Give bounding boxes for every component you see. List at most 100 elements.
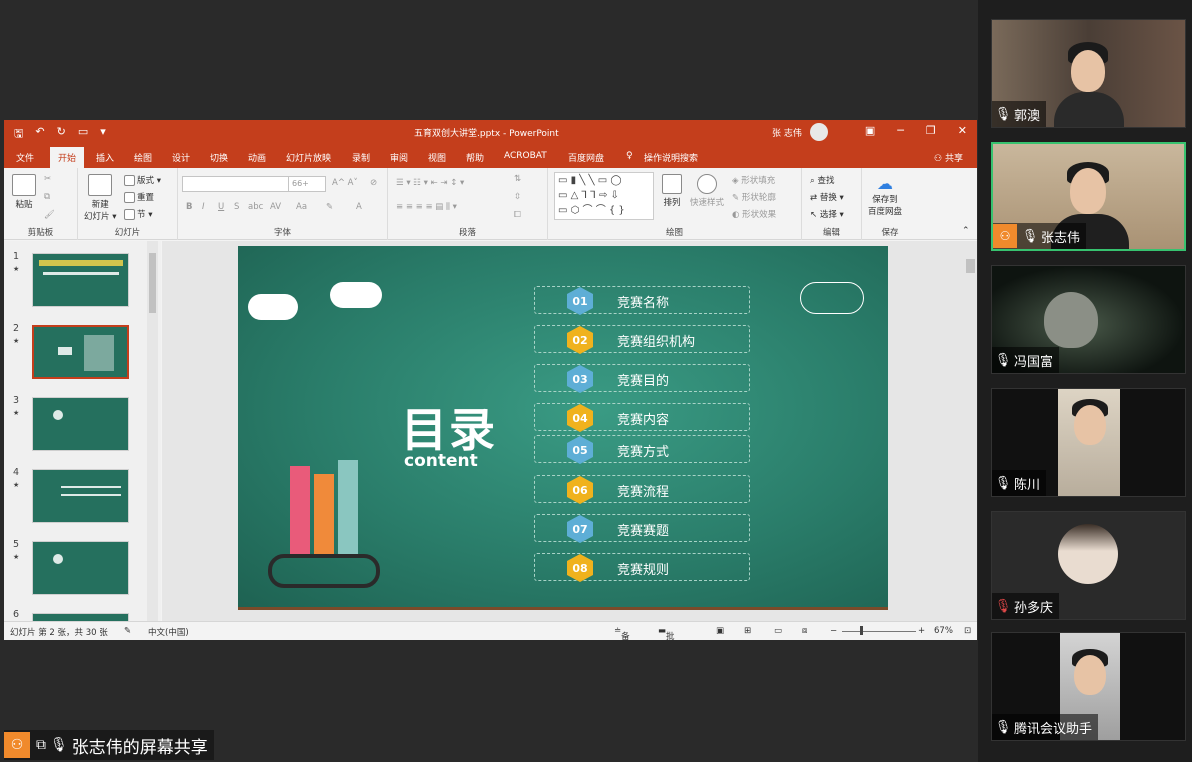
fit-slide-icon[interactable]: ⊡ bbox=[964, 626, 971, 636]
toc-item[interactable]: 02 竞赛组织机构 bbox=[534, 325, 750, 354]
toc-item[interactable]: 06 竞赛流程 bbox=[534, 475, 750, 504]
slide-thumb-6[interactable] bbox=[32, 613, 129, 621]
bullets-icon[interactable]: ☰ ▾ ☷ ▾ ⇤ ⇥ ↕ ▾ bbox=[396, 178, 464, 188]
zoom-in-icon[interactable]: + bbox=[918, 626, 925, 636]
tab-insert[interactable]: 插入 bbox=[96, 151, 114, 164]
zoom-out-icon[interactable]: − bbox=[830, 626, 837, 636]
bold-icon[interactable]: B bbox=[186, 202, 192, 212]
italic-icon[interactable]: I bbox=[202, 202, 205, 212]
tab-design[interactable]: 设计 bbox=[172, 151, 190, 164]
tab-review[interactable]: 审阅 bbox=[390, 151, 408, 164]
minimize-icon[interactable]: ─ bbox=[897, 124, 904, 137]
close-icon[interactable]: ✕ bbox=[958, 124, 967, 137]
section-button[interactable]: 节 ▾ bbox=[124, 208, 152, 220]
shadow-icon[interactable]: S bbox=[234, 202, 239, 212]
tab-transitions[interactable]: 切换 bbox=[210, 151, 228, 164]
grow-font-icon[interactable]: A^ A˅ bbox=[332, 178, 358, 188]
scroll-thumb[interactable] bbox=[149, 253, 156, 313]
align-icon[interactable]: ≡ ≡ ≡ ≡ ▤ ⫼ ▾ bbox=[396, 202, 457, 212]
participant-tile[interactable]: 🎙 冯国富 bbox=[991, 265, 1186, 374]
undo-icon[interactable]: ↶ bbox=[35, 125, 44, 144]
current-slide[interactable]: 目录 content 01 竞赛名称 02 竞赛组织机构 03 竞赛目的 04 竞赛内容… bbox=[238, 246, 888, 610]
toc-item[interactable]: 04 竞赛内容 bbox=[534, 403, 750, 432]
share-button[interactable]: ⚇ 共享 bbox=[934, 151, 963, 164]
tab-file[interactable]: 文件 bbox=[16, 151, 34, 164]
tab-help[interactable]: 帮助 bbox=[466, 151, 484, 164]
participant-tile[interactable]: 🎙 腾讯会议助手 bbox=[991, 632, 1186, 741]
avatar[interactable] bbox=[810, 123, 828, 141]
zoom-slider[interactable] bbox=[842, 631, 916, 632]
notes-button[interactable]: ≐ 备注 bbox=[614, 626, 630, 640]
participant-tile[interactable]: ⚇ 🎙 张志伟 bbox=[991, 142, 1186, 251]
font-color-icon[interactable]: A bbox=[356, 202, 362, 212]
participant-tile[interactable]: 🎙 陈川 bbox=[991, 388, 1186, 497]
slide-thumb-4[interactable] bbox=[32, 469, 129, 523]
tab-slideshow[interactable]: 幻灯片放映 bbox=[286, 151, 331, 164]
copy-icon[interactable]: ⧉ bbox=[44, 192, 50, 202]
tab-record[interactable]: 录制 bbox=[352, 151, 370, 164]
redo-icon[interactable]: ↻ bbox=[57, 125, 66, 144]
comments-button[interactable]: ▬ 批注 bbox=[658, 626, 675, 640]
align-text-icon[interactable]: ⇳ bbox=[514, 192, 521, 202]
shape-outline-button[interactable]: ✎ 形状轮廓 bbox=[732, 191, 776, 203]
font-size-field[interactable]: 66+ bbox=[288, 176, 326, 192]
participant-tile[interactable]: 🎙 孙多庆 bbox=[991, 511, 1186, 620]
ribbon-display-icon[interactable]: ▣ bbox=[865, 124, 875, 137]
tab-baidu[interactable]: 百度网盘 bbox=[568, 151, 604, 164]
scroll-thumb[interactable] bbox=[966, 259, 975, 273]
language-indicator[interactable]: 中文(中国) bbox=[148, 626, 189, 638]
spellcheck-icon[interactable]: ✎ bbox=[124, 626, 131, 636]
zoom-level[interactable]: 67% bbox=[934, 626, 953, 636]
save-to-baidu-button[interactable]: ☁ 保存到 百度网盘 bbox=[868, 174, 902, 217]
toc-item[interactable]: 08 竞赛规则 bbox=[534, 553, 750, 582]
quick-styles-button[interactable]: 快速样式 bbox=[690, 174, 724, 208]
select-button[interactable]: ↖ 选择 ▾ bbox=[810, 208, 844, 220]
slide-sorter-icon[interactable]: ⊞ bbox=[744, 626, 751, 636]
shape-fill-button[interactable]: ◈ 形状填充 bbox=[732, 174, 775, 186]
tab-acrobat[interactable]: ACROBAT bbox=[504, 151, 547, 161]
highlight-icon[interactable]: ✎ bbox=[326, 202, 333, 212]
customize-icon[interactable]: ▾ bbox=[100, 125, 106, 144]
slide-thumb-1[interactable] bbox=[32, 253, 129, 307]
slide-subtitle[interactable]: content bbox=[404, 451, 478, 471]
toc-item[interactable]: 01 竞赛名称 bbox=[534, 286, 750, 315]
save-icon[interactable]: 🖫 bbox=[14, 125, 23, 144]
reading-view-icon[interactable]: ▭ bbox=[774, 626, 782, 636]
cut-icon[interactable]: ✂ bbox=[44, 174, 51, 184]
new-slide-button[interactable]: 新建 幻灯片 ▾ bbox=[84, 174, 116, 222]
normal-view-icon[interactable]: ▣ bbox=[716, 626, 724, 636]
clear-format-icon[interactable]: ⊘ bbox=[370, 178, 377, 188]
reset-button[interactable]: 重置 bbox=[124, 191, 154, 203]
user-name[interactable]: 张 志伟 bbox=[772, 126, 802, 139]
tab-view[interactable]: 视图 bbox=[428, 151, 446, 164]
replace-button[interactable]: ⇄ 替换 ▾ bbox=[810, 191, 844, 203]
toc-item[interactable]: 03 竞赛目的 bbox=[534, 364, 750, 393]
paste-button[interactable]: 粘贴 bbox=[12, 174, 36, 210]
spacing-icon[interactable]: AV bbox=[270, 202, 281, 212]
collapse-ribbon-icon[interactable]: ⌃ bbox=[962, 226, 970, 236]
slide-thumb-5[interactable] bbox=[32, 541, 129, 595]
tab-home[interactable]: 开始 bbox=[50, 147, 85, 168]
shapes-gallery[interactable]: ▭ ▮ ╲ ╲ ▭ ◯ ▭ △ ⅂ ⅂ ⇨ ⇩ ▭ ⬡ ⌒ ⌒ { } bbox=[554, 172, 654, 220]
change-case-icon[interactable]: Aa bbox=[296, 202, 307, 212]
thumbnail-scrollbar[interactable] bbox=[147, 241, 158, 621]
slide-thumb-3[interactable] bbox=[32, 397, 129, 451]
find-button[interactable]: ⌕ 查找 bbox=[810, 174, 834, 186]
restore-icon[interactable]: ❐ bbox=[926, 124, 936, 137]
participant-tile[interactable]: 🎙 郭澳 bbox=[991, 19, 1186, 128]
layout-button[interactable]: 版式 ▾ bbox=[124, 174, 161, 186]
tab-draw[interactable]: 绘图 bbox=[134, 151, 152, 164]
text-direction-icon[interactable]: ⇅ bbox=[514, 174, 521, 184]
present-icon[interactable]: ▭ bbox=[78, 125, 88, 144]
shape-effects-button[interactable]: ◐ 形状效果 bbox=[732, 208, 776, 220]
toc-item[interactable]: 05 竞赛方式 bbox=[534, 435, 750, 464]
slide-thumb-2[interactable] bbox=[32, 325, 129, 379]
strikethrough-icon[interactable]: abc bbox=[248, 202, 263, 212]
zoom-slider-thumb[interactable] bbox=[860, 626, 863, 635]
tab-animations[interactable]: 动画 bbox=[248, 151, 266, 164]
font-name-field[interactable] bbox=[182, 176, 290, 192]
smartart-icon[interactable]: ⧠ bbox=[514, 210, 521, 220]
underline-icon[interactable]: U bbox=[218, 202, 224, 212]
format-painter-icon[interactable]: 🖌 bbox=[44, 210, 55, 220]
toc-item[interactable]: 07 竞赛赛题 bbox=[534, 514, 750, 543]
